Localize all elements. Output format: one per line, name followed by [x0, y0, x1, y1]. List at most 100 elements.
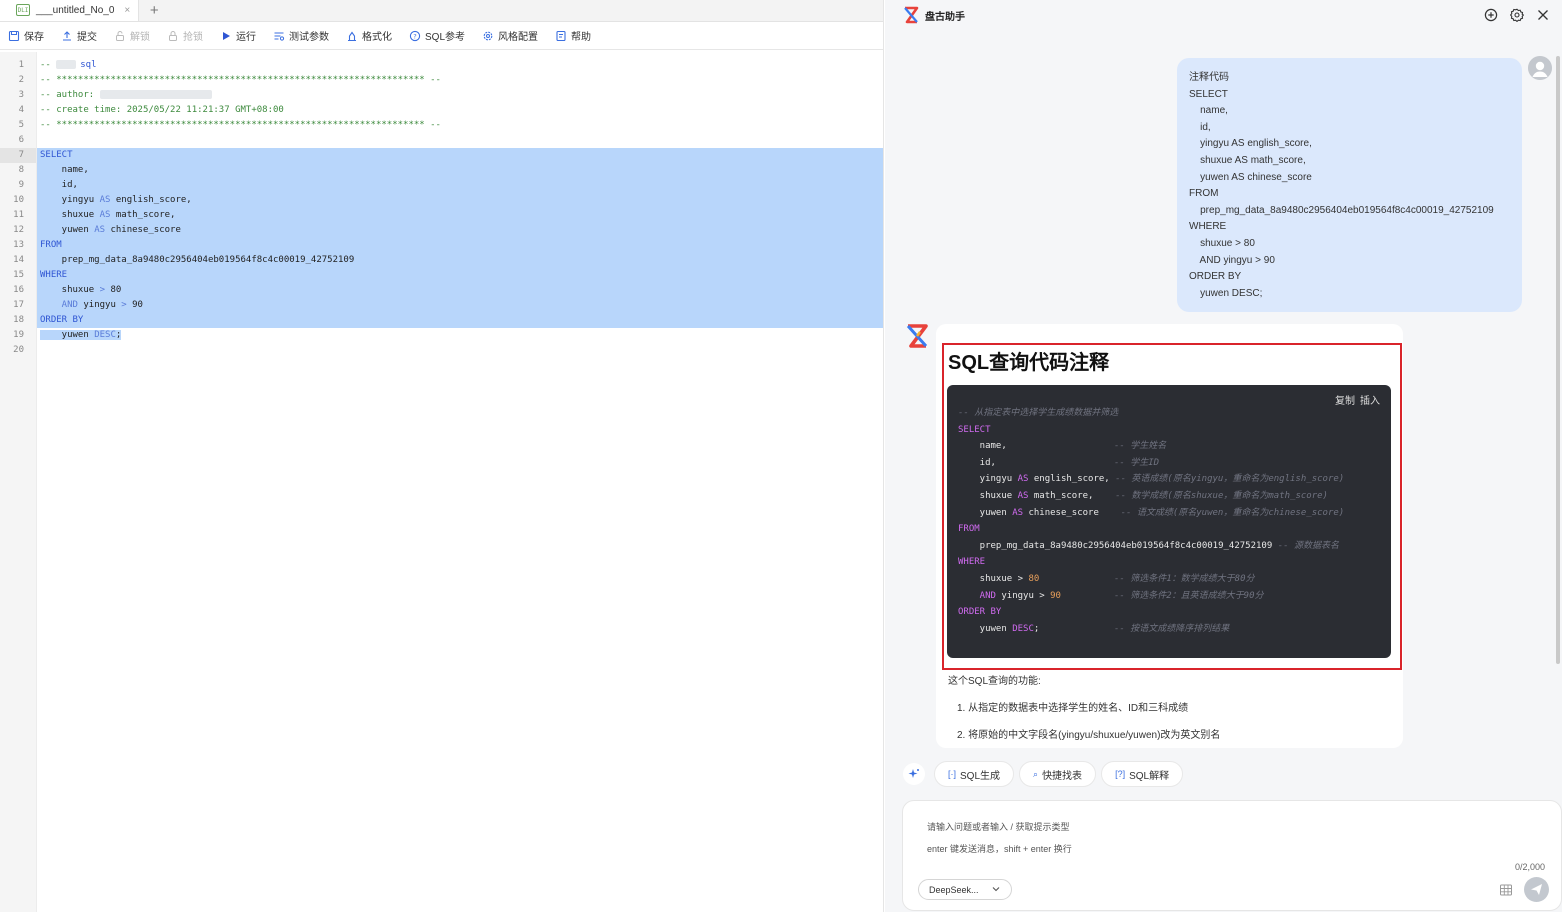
code-line: SELECT	[958, 425, 991, 435]
line-number: 1	[18, 60, 24, 70]
plus-circle-icon	[1484, 8, 1498, 22]
code-line-selected: AND yingyu > 90	[37, 298, 883, 313]
user-message-bubble: 注释代码 SELECT name, id, yingyu AS english_s…	[1177, 58, 1522, 312]
code-block-actions: 复制 插入	[1330, 392, 1380, 407]
params-icon	[274, 31, 285, 41]
code-editor[interactable]: 1 2 3 4 5 6 7 8 9 10 11 12 13 14 15 16 17 18 19 20 -- sql -…	[0, 52, 883, 912]
line-number: 4	[18, 105, 24, 115]
code-line: -- sql	[40, 60, 97, 70]
code-line: -- create time: 2025/05/22 11:21:37 GMT+…	[40, 105, 284, 115]
code-line-selected: yuwen AS chinese_score	[37, 223, 883, 238]
quick-action-find-table[interactable]: ⌕ 快捷找表	[1019, 761, 1097, 787]
line-number: 11	[13, 210, 24, 220]
redacted-text	[99, 90, 212, 99]
upload-icon	[63, 30, 71, 41]
format-icon	[348, 31, 356, 41]
code-line-selected: ORDER BY	[37, 313, 883, 328]
bracket-question-icon: [?]	[1115, 769, 1126, 779]
table-icon[interactable]	[1499, 883, 1513, 897]
assistant-panel: 盘古助手 注释代码 SELECT name, id, yingyu AS engl…	[885, 0, 1562, 912]
line-number: 20	[13, 345, 24, 355]
code-line-selected: yingyu AS english_score,	[37, 193, 883, 208]
code-line: -- 从指定表中选择学生成绩数据并筛选	[958, 408, 1119, 418]
line-number-gutter: 1 2 3 4 5 6 7 8 9 10 11 12 13 14 15 16 17 18 19 20	[0, 52, 37, 912]
line-number: 16	[13, 285, 24, 295]
code-line: yingyu AS english_score, -- 英语成绩(原名yingy…	[958, 474, 1345, 484]
sql-editor-panel: DLI ___untitled_No_0 × + 保存 提交 解锁 抢锁 运行 …	[0, 0, 884, 912]
submit-button[interactable]: 提交	[61, 28, 97, 43]
copy-code-button[interactable]: 复制	[1335, 396, 1355, 407]
code-line-selected: shuxue AS math_score,	[37, 208, 883, 223]
user-message-line: ORDER BY	[1189, 271, 1242, 283]
code-line: yuwen DESC; -- 按语文成绩降序排列结果	[958, 624, 1230, 634]
line-number: 7	[0, 148, 36, 163]
send-button[interactable]	[1524, 877, 1549, 902]
pangu-logo-icon	[906, 324, 928, 348]
user-message-line: name,	[1189, 105, 1228, 117]
book-icon	[556, 30, 566, 41]
app-root: DLI ___untitled_No_0 × + 保存 提交 解锁 抢锁 运行 …	[0, 0, 1562, 912]
char-counter: 0/2,000	[1514, 862, 1545, 872]
gear-icon	[483, 31, 493, 40]
style-config-button[interactable]: 风格配置	[482, 28, 538, 43]
save-button[interactable]: 保存	[8, 28, 44, 43]
format-button[interactable]: 格式化	[346, 28, 392, 43]
run-button[interactable]: 运行	[220, 28, 256, 43]
editor-tab-bar: DLI ___untitled_No_0 × +	[0, 0, 883, 22]
redacted-text	[56, 60, 77, 69]
test-params-button[interactable]: 测试参数	[273, 28, 329, 43]
close-panel-button[interactable]	[1530, 6, 1556, 24]
code-line: WHERE	[958, 557, 986, 567]
editor-tab-title: ___untitled_No_0	[36, 4, 115, 16]
code-line: ORDER BY	[958, 607, 1002, 617]
play-icon	[223, 31, 230, 40]
new-chat-button[interactable]	[1478, 6, 1504, 24]
chat-scrollbar[interactable]	[1556, 56, 1560, 664]
code-line: FROM	[958, 524, 980, 534]
line-number: 5	[18, 120, 24, 130]
line-number: 9	[18, 180, 24, 190]
editor-tab[interactable]: DLI ___untitled_No_0 ×	[0, 0, 140, 21]
user-message-line: shuxue AS math_score,	[1189, 154, 1306, 166]
line-number: 18	[13, 315, 24, 325]
code-line-selected: prep_mg_data_8a9480c2956404eb019564f8c4c…	[37, 253, 883, 268]
sparkle-button[interactable]	[903, 763, 925, 785]
user-message-line: yingyu AS english_score,	[1189, 138, 1312, 150]
gear-icon	[1510, 8, 1524, 22]
code-line: id, -- 学生ID	[958, 458, 1160, 468]
insert-code-button[interactable]: 插入	[1360, 396, 1380, 407]
quick-action-sql-explain[interactable]: [?] SQL解释	[1101, 761, 1184, 787]
assistant-header: 盘古助手	[885, 0, 1562, 30]
code-line: AND yingyu > 90 -- 筛选条件2：且英语成绩大于90分	[958, 591, 1264, 601]
code-line-selected: id,	[37, 178, 883, 193]
chat-input-box[interactable]: 请输入问题或者输入 / 获取提示类型 enter 键发送消息，shift + e…	[902, 800, 1562, 911]
sql-reference-button[interactable]: ? SQL参考	[409, 28, 465, 43]
code-line-selected: FROM	[37, 238, 883, 253]
code-line: -- *************************************…	[40, 120, 441, 130]
user-message-line: WHERE	[1189, 221, 1227, 233]
line-number: 6	[18, 135, 24, 145]
close-icon[interactable]: ×	[124, 5, 130, 16]
help-button[interactable]: 帮助	[555, 28, 591, 43]
chat-input-placeholder[interactable]: 请输入问题或者输入 / 获取提示类型	[927, 820, 1070, 833]
assistant-header-actions	[1478, 6, 1556, 24]
quick-action-sql-generate[interactable]: [·] SQL生成	[934, 761, 1015, 787]
answer-summary: 这个SQL查询的功能:	[948, 676, 1041, 687]
line-number: 14	[13, 255, 24, 265]
help-circle-icon: ?	[409, 30, 421, 41]
code-line-selected: SELECT	[37, 148, 883, 163]
model-select[interactable]: DeepSeek...	[918, 879, 1012, 900]
add-tab-button[interactable]: +	[139, 0, 169, 21]
code-line-selected: name,	[37, 163, 883, 178]
unlock-button[interactable]: 解锁	[114, 28, 150, 43]
settings-button[interactable]	[1504, 6, 1530, 24]
code-lines[interactable]: -- sql -- ******************************…	[37, 52, 883, 358]
search-table-icon: ⌕	[1033, 768, 1039, 779]
close-icon	[1538, 10, 1548, 20]
chat-input-hint: enter 键发送消息，shift + enter 换行	[927, 844, 1072, 854]
user-message-line: yuwen DESC;	[1189, 287, 1263, 299]
line-number: 12	[13, 225, 24, 235]
grab-lock-button[interactable]: 抢锁	[167, 28, 203, 43]
